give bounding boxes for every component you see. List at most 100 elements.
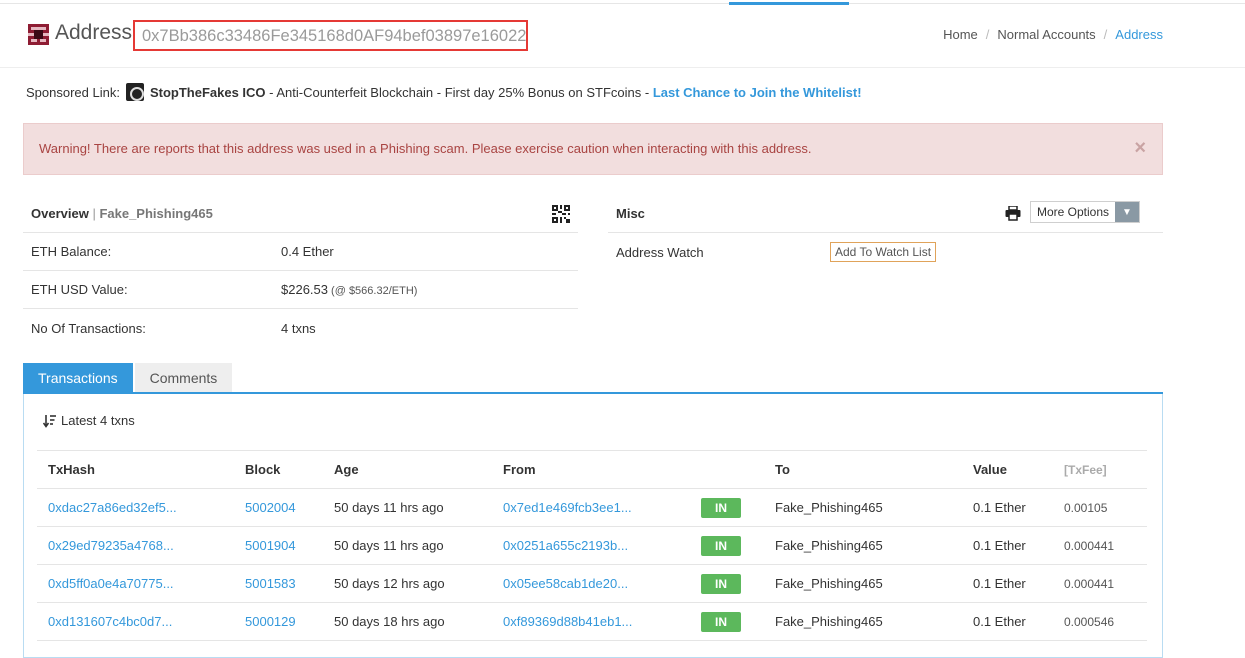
direction-cell: IN: [690, 488, 764, 527]
printer-icon[interactable]: [1005, 206, 1021, 221]
nav-active-indicator: [729, 2, 849, 5]
eth-usd-label: ETH USD Value:: [31, 282, 128, 297]
overview-tag: Fake_Phishing465: [99, 206, 213, 221]
from-address-link[interactable]: 0x0251a655c2193b...: [492, 526, 690, 565]
caret-down-icon: ▼: [1115, 202, 1139, 222]
col-from: From: [492, 450, 690, 489]
col-age: Age: [323, 450, 492, 489]
latest-txns-label: Latest 4 txns: [61, 413, 135, 428]
overview-header: Overview | Fake_Phishing465: [23, 195, 578, 233]
direction-cell: IN: [690, 602, 764, 641]
in-badge: IN: [701, 535, 741, 556]
address-watch-row: Address Watch Add To Watch List: [608, 233, 1163, 271]
tx-value: 0.1 Ether: [962, 526, 1053, 565]
address-watch-label: Address Watch: [616, 244, 704, 260]
tx-fee: 0.000441: [1053, 526, 1147, 565]
from-address-link[interactable]: 0x05ee58cab1de20...: [492, 564, 690, 603]
sponsored-link: Sponsored Link: StopTheFakes ICO - Anti-…: [26, 83, 862, 101]
transactions-panel: Latest 4 txns TxHash Block Age From To V…: [23, 394, 1163, 658]
tx-value: 0.1 Ether: [962, 564, 1053, 603]
tx-hash-link[interactable]: 0xd131607c4bc0d7...: [37, 602, 234, 641]
tx-hash-link[interactable]: 0x29ed79235a4768...: [37, 526, 234, 565]
tx-age: 50 days 11 hrs ago: [323, 488, 492, 527]
tx-age: 50 days 12 hrs ago: [323, 564, 492, 603]
overview-panel: Overview | Fake_Phishing465 ETH Balance:…: [23, 195, 578, 347]
header-divider: [0, 67, 1245, 68]
to-address: Fake_Phishing465: [764, 526, 962, 565]
more-options-label: More Options: [1036, 205, 1109, 219]
sponsor-logo-icon[interactable]: [125, 83, 144, 101]
col-txfee[interactable]: [TxFee]: [1053, 450, 1147, 489]
breadcrumb-normal-accounts[interactable]: Normal Accounts: [997, 27, 1095, 42]
breadcrumb-address: Address: [1115, 27, 1163, 42]
eth-usd-value-row: ETH USD Value: $226.53 (@ $566.32/ETH): [23, 271, 578, 309]
latest-txns-summary: Latest 4 txns: [43, 413, 135, 428]
alert-close-icon[interactable]: ×: [1134, 138, 1146, 158]
table-row: 0xdac27a86ed32ef5... 5002004 50 days 11 …: [37, 488, 1147, 527]
tx-age: 50 days 11 hrs ago: [323, 526, 492, 565]
block-link[interactable]: 5001583: [234, 564, 323, 603]
tx-hash-link[interactable]: 0xd5ff0a0e4a70775...: [37, 564, 234, 603]
overview-separator: |: [88, 206, 100, 221]
tx-fee: 0.000546: [1053, 602, 1147, 641]
tab-comments[interactable]: Comments: [134, 363, 233, 392]
table-row: 0xd5ff0a0e4a70775... 5001583 50 days 12 …: [37, 564, 1147, 603]
eth-balance-value: 0.4 Ether: [281, 244, 334, 259]
col-txhash: TxHash: [37, 450, 234, 489]
sponsor-cta-link[interactable]: Last Chance to Join the Whitelist!: [653, 85, 862, 100]
misc-header: Misc More Options ▼: [608, 195, 1163, 233]
more-options-dropdown[interactable]: More Options ▼: [1029, 201, 1140, 223]
eth-usd-value: $226.53: [281, 282, 328, 297]
block-link[interactable]: 5002004: [234, 488, 323, 527]
overview-title: Overview: [31, 206, 89, 221]
qr-code-icon[interactable]: [552, 205, 570, 223]
table-row: 0x29ed79235a4768... 5001904 50 days 11 h…: [37, 526, 1147, 565]
tx-fee: 0.000441: [1053, 564, 1147, 603]
page-title: Address: [55, 21, 133, 44]
misc-title: Misc: [616, 206, 645, 221]
tx-value: 0.1 Ether: [962, 602, 1053, 641]
phishing-warning-alert: Warning! There are reports that this add…: [23, 123, 1163, 175]
breadcrumb: Home / Normal Accounts / Address: [943, 27, 1163, 42]
col-value: Value: [962, 450, 1053, 489]
transactions-table: TxHash Block Age From To Value [TxFee] 0…: [37, 450, 1147, 641]
sponsor-text: - Anti-Counterfeit Blockchain - First da…: [265, 84, 653, 100]
tx-age: 50 days 18 hrs ago: [323, 602, 492, 641]
col-to: To: [764, 450, 962, 489]
from-address-link[interactable]: 0xf89369d88b41eb1...: [492, 602, 690, 641]
address-hash[interactable]: 0x7Bb386c33486Fe345168d0AF94bef03897e160…: [133, 20, 528, 51]
block-link[interactable]: 5001904: [234, 526, 323, 565]
eth-usd-rate: (@ $566.32/ETH): [328, 285, 418, 297]
tabs-bar: Transactions Comments: [23, 363, 1163, 394]
alert-message: Warning! There are reports that this add…: [39, 141, 812, 156]
to-address: Fake_Phishing465: [764, 602, 962, 641]
tx-count-label: No Of Transactions:: [31, 320, 146, 336]
table-row: 0xd131607c4bc0d7... 5000129 50 days 18 h…: [37, 602, 1147, 641]
tx-hash-link[interactable]: 0xdac27a86ed32ef5...: [37, 488, 234, 527]
in-badge: IN: [701, 611, 741, 632]
breadcrumb-home[interactable]: Home: [943, 27, 978, 42]
direction-cell: IN: [690, 564, 764, 603]
col-direction: [690, 450, 764, 489]
eth-balance-row: ETH Balance: 0.4 Ether: [23, 233, 578, 271]
from-address-link[interactable]: 0x7ed1e469fcb3ee1...: [492, 488, 690, 527]
eth-balance-label: ETH Balance:: [31, 244, 112, 259]
table-header-row: TxHash Block Age From To Value [TxFee]: [37, 450, 1147, 489]
tab-transactions[interactable]: Transactions: [23, 363, 133, 392]
misc-panel: Misc More Options ▼ Address Watch Add To…: [608, 195, 1163, 271]
to-address: Fake_Phishing465: [764, 564, 962, 603]
top-border: [0, 3, 1245, 4]
tx-fee: 0.00105: [1053, 488, 1147, 527]
tx-value: 0.1 Ether: [962, 488, 1053, 527]
sort-icon: [43, 414, 56, 428]
tx-count-row: No Of Transactions: 4 txns: [23, 309, 578, 347]
sponsor-name[interactable]: StopTheFakes ICO: [150, 85, 266, 100]
sponsored-label: Sponsored Link:: [26, 84, 120, 100]
tx-count-value: 4 txns: [281, 320, 316, 336]
block-link[interactable]: 5000129: [234, 602, 323, 641]
to-address: Fake_Phishing465: [764, 488, 962, 527]
add-to-watch-list-button[interactable]: Add To Watch List: [830, 242, 937, 262]
identicon-avatar-icon: [28, 24, 49, 45]
in-badge: IN: [701, 497, 741, 518]
direction-cell: IN: [690, 526, 764, 565]
